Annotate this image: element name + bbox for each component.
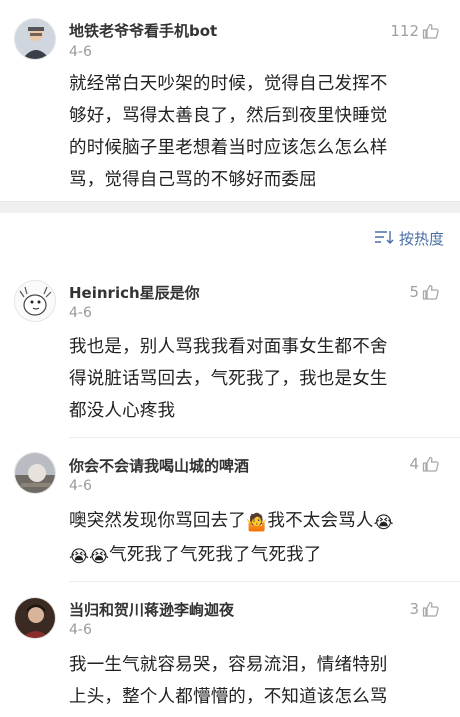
- crying-emoji-icon: 😭: [89, 547, 110, 567]
- crying-emoji-icon: 😭: [373, 513, 394, 533]
- comment-text: 噢突然发现你骂回去了🤷我不太会骂人😭 😭😭气死我了气死我了气死我了: [69, 505, 447, 573]
- comment-line: 得说脏话骂回去，气死我了，我也是女生: [69, 369, 388, 389]
- like-button[interactable]: 4: [409, 455, 440, 473]
- comment-date: 4-6: [69, 44, 92, 60]
- like-count: 3: [409, 600, 419, 618]
- username[interactable]: Heinrich星辰是你: [69, 282, 200, 303]
- thumbs-up-icon: [422, 455, 440, 473]
- like-button[interactable]: 5: [409, 283, 440, 301]
- comment-line: 就经常白天吵架的时候，觉得自己发挥不: [69, 74, 388, 94]
- comment-line: 我一生气就容易哭，容易流泪，情绪特别: [69, 655, 388, 675]
- thumbs-up-icon: [422, 600, 440, 618]
- avatar[interactable]: [14, 452, 56, 494]
- crying-emoji-icon: 😭: [69, 547, 90, 567]
- comment-line: 😭😭气死我了气死我了气死我了: [69, 539, 447, 573]
- comment-separator: [69, 581, 460, 582]
- like-count: 112: [390, 22, 419, 40]
- sort-icon: [374, 229, 394, 249]
- like-button[interactable]: 112: [390, 22, 440, 40]
- avatar[interactable]: [14, 597, 56, 639]
- comment-separator: [69, 437, 460, 438]
- comment-line: 噢突然发现你骂回去了🤷我不太会骂人😭: [69, 505, 447, 539]
- username[interactable]: 地铁老爷爷看手机bot: [69, 20, 217, 41]
- comment-line: 上头，整个人都懵懵的，不知道该怎么骂: [69, 687, 388, 707]
- username[interactable]: 当归和贺川蒋逊李峋迦夜: [69, 599, 234, 620]
- comment-line: 都没人心疼我: [69, 401, 176, 421]
- comment-line: 够好，骂得太善良了，然后到夜里快睡觉: [69, 106, 388, 126]
- avatar[interactable]: [14, 280, 56, 322]
- thumbs-up-icon: [422, 22, 440, 40]
- like-count: 5: [409, 283, 419, 301]
- comment-text-segment: 气死我了气死我了气死我了: [109, 545, 322, 565]
- like-button[interactable]: 3: [409, 600, 440, 618]
- comment-text: 我也是，别人骂我我看对面事女生都不舍 得说脏话骂回去，气死我了，我也是女生 都没…: [69, 331, 447, 427]
- comment-text-segment: 噢突然发现你骂回去了: [69, 511, 246, 531]
- comment-date: 4-6: [69, 622, 92, 638]
- shrug-emoji-icon: 🤷: [246, 513, 268, 533]
- comment-text-segment: 我不太会骂人: [267, 511, 374, 531]
- username[interactable]: 你会不会请我喝山城的啤酒: [69, 455, 249, 476]
- section-divider: [0, 201, 460, 213]
- comment-text: 我一生气就容易哭，容易流泪，情绪特别 上头，整个人都懵懵的，不知道该怎么骂: [69, 649, 447, 713]
- thumbs-up-icon: [422, 283, 440, 301]
- comment-line: 骂，觉得自己骂的不够好而委屈: [69, 170, 317, 190]
- comment-date: 4-6: [69, 305, 92, 321]
- comment-text: 就经常白天吵架的时候，觉得自己发挥不 够好，骂得太善良了，然后到夜里快睡觉 的时…: [69, 68, 447, 196]
- comment-line: 我也是，别人骂我我看对面事女生都不舍: [69, 337, 388, 357]
- like-count: 4: [409, 455, 419, 473]
- comment-line: 的时候脑子里老想着当时应该怎么怎么样: [69, 138, 388, 158]
- sort-label: 按热度: [398, 230, 444, 248]
- sort-button[interactable]: 按热度: [374, 228, 444, 249]
- avatar[interactable]: [14, 18, 56, 60]
- comment-date: 4-6: [69, 478, 92, 494]
